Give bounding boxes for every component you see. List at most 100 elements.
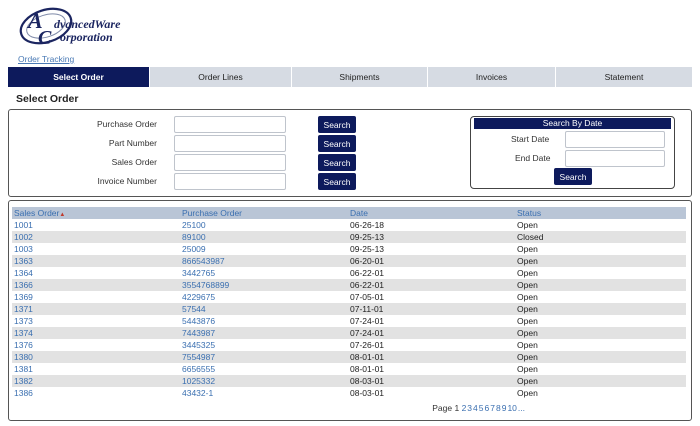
order-status-cell: Open: [515, 375, 686, 387]
search-purchase-order-button[interactable]: Search: [318, 116, 356, 133]
sales-order-link-cell: 1381: [12, 363, 180, 375]
sales-order-input[interactable]: [174, 154, 286, 171]
search-part-number-button[interactable]: Search: [318, 135, 356, 152]
purchase-order-link[interactable]: 43432-1: [182, 388, 213, 398]
pagination: Page 1 2345678910...: [0, 403, 526, 413]
sales-order-link[interactable]: 1386: [14, 388, 33, 398]
purchase-order-link[interactable]: 5443876: [182, 316, 215, 326]
column-header-sales-order[interactable]: Sales Order▲: [12, 207, 180, 219]
table-header-row: Sales Order▲ Purchase Order Date Status: [12, 207, 686, 219]
purchase-order-link-cell: 7443987: [180, 327, 348, 339]
purchase-order-link[interactable]: 25009: [182, 244, 206, 254]
page-link[interactable]: 7: [490, 403, 495, 413]
order-date-cell: 07-24-01: [350, 316, 385, 326]
svg-text:C: C: [38, 27, 52, 49]
table-row: 1374 7443987 07-24-01 Open: [12, 327, 686, 339]
order-status-cell: Open: [517, 316, 538, 326]
column-header-status[interactable]: Status: [515, 207, 686, 219]
order-date-cell: 06-22-01: [348, 279, 515, 291]
sales-order-link[interactable]: 1380: [14, 352, 33, 362]
purchase-order-link[interactable]: 6656555: [182, 364, 215, 374]
sales-order-link-cell: 1386: [12, 387, 180, 399]
purchase-order-link[interactable]: 3554768899: [182, 280, 229, 290]
sales-order-link[interactable]: 1001: [14, 220, 33, 230]
purchase-order-link-cell: 25009: [180, 243, 348, 255]
sales-order-link[interactable]: 1374: [14, 328, 33, 338]
purchase-order-link-cell: 43432-1: [180, 387, 348, 399]
sales-order-link[interactable]: 1382: [14, 376, 33, 386]
page-link[interactable]: 6: [485, 403, 490, 413]
purchase-order-link[interactable]: 7554987: [182, 352, 215, 362]
tab-order-lines[interactable]: Order Lines: [150, 67, 292, 87]
page-link[interactable]: ...: [518, 403, 525, 413]
tab-statement[interactable]: Statement: [556, 67, 692, 87]
tab-select-order[interactable]: Select Order: [8, 67, 150, 87]
purchase-order-link[interactable]: 89100: [182, 232, 206, 242]
sales-order-link[interactable]: 1364: [14, 268, 33, 278]
start-date-input[interactable]: [565, 131, 665, 148]
table-row: 1381 6656555 08-01-01 Open: [12, 363, 686, 375]
sales-order-link[interactable]: 1369: [14, 292, 33, 302]
order-date-cell: 07-05-01: [350, 292, 385, 302]
purchase-order-link[interactable]: 3442765: [182, 268, 215, 278]
purchase-order-link-cell: 6656555: [180, 363, 348, 375]
purchase-order-link[interactable]: 7443987: [182, 328, 215, 338]
page-link[interactable]: 3: [467, 403, 472, 413]
purchase-order-link[interactable]: 1025332: [182, 376, 215, 386]
sales-order-link[interactable]: 1376: [14, 340, 33, 350]
purchase-order-link[interactable]: 57544: [182, 304, 206, 314]
sales-order-link[interactable]: 1002: [14, 232, 33, 242]
logo-line-2: orporation: [60, 30, 113, 44]
tab-invoices[interactable]: Invoices: [428, 67, 556, 87]
part-number-label: Part Number: [108, 138, 157, 148]
page-link[interactable]: 2: [462, 403, 467, 413]
sales-order-link-cell: 1366: [12, 279, 180, 291]
purchase-order-link-cell: 5443876: [180, 315, 348, 327]
page-link[interactable]: 8: [496, 403, 501, 413]
sales-order-link[interactable]: 1366: [14, 280, 33, 290]
purchase-order-link[interactable]: 4229675: [182, 292, 215, 302]
table-row: 1363 866543987 06-20-01 Open: [12, 255, 686, 267]
table-row: 1364 3442765 06-22-01 Open: [12, 267, 686, 279]
sales-order-link-cell: 1374: [12, 327, 180, 339]
breadcrumb-order-tracking[interactable]: Order Tracking: [18, 54, 74, 64]
sales-order-link-cell: 1376: [12, 339, 180, 351]
tab-shipments[interactable]: Shipments: [292, 67, 428, 87]
pagination-prefix: Page: [432, 403, 453, 413]
purchase-order-link-cell: 4229675: [180, 291, 348, 303]
part-number-input[interactable]: [174, 135, 286, 152]
purchase-order-input[interactable]: [174, 116, 286, 133]
orders-table: Sales Order▲ Purchase Order Date Status …: [12, 207, 686, 399]
purchase-order-link[interactable]: 866543987: [182, 256, 225, 266]
sales-order-link[interactable]: 1003: [14, 244, 33, 254]
column-header-date[interactable]: Date: [348, 207, 515, 219]
sales-order-link-cell: 1363: [12, 255, 180, 267]
table-row: 1376 3445325 07-26-01 Open: [12, 339, 686, 351]
sales-order-link-cell: 1380: [12, 351, 180, 363]
purchase-order-link[interactable]: 3445325: [182, 340, 215, 350]
purchase-order-link[interactable]: 25100: [182, 220, 206, 230]
sales-order-link-cell: 1371: [12, 303, 180, 315]
sales-order-link[interactable]: 1371: [14, 304, 33, 314]
sales-order-link[interactable]: 1373: [14, 316, 33, 326]
search-by-date-button[interactable]: Search: [554, 168, 592, 185]
search-sales-order-button[interactable]: Search: [318, 154, 356, 171]
order-date-cell: 08-01-01: [350, 364, 385, 374]
sales-order-link-cell: 1382: [12, 375, 180, 387]
order-status-cell: Open: [515, 327, 686, 339]
sales-order-link-cell: 1364: [12, 267, 180, 279]
page-link[interactable]: 10: [507, 403, 516, 413]
invoice-number-input[interactable]: [174, 173, 286, 190]
order-date-cell: 06-26-18: [350, 220, 385, 230]
column-header-purchase-order[interactable]: Purchase Order: [180, 207, 348, 219]
sales-order-link[interactable]: 1363: [14, 256, 33, 266]
order-status-cell: Open: [517, 364, 538, 374]
page-link[interactable]: 5: [479, 403, 484, 413]
search-invoice-number-button[interactable]: Search: [318, 173, 356, 190]
order-date-cell: 07-24-01: [348, 327, 515, 339]
page-link[interactable]: 9: [502, 403, 507, 413]
end-date-input[interactable]: [565, 150, 665, 167]
sales-order-link[interactable]: 1381: [14, 364, 33, 374]
table-row: 1003 25009 09-25-13 Open: [12, 243, 686, 255]
page-link[interactable]: 4: [473, 403, 478, 413]
